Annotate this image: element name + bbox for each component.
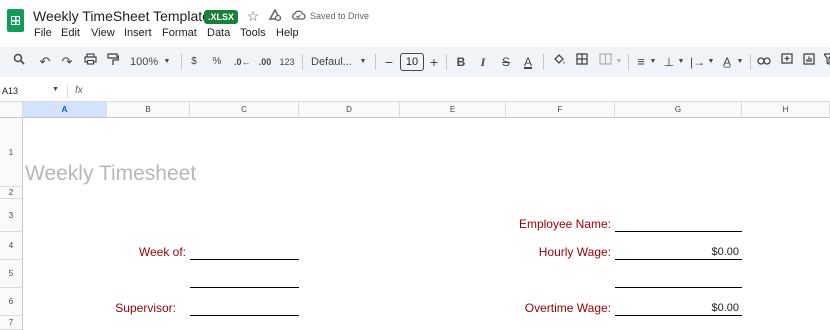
column-header-d[interactable]: D xyxy=(299,102,400,118)
formula-input[interactable] xyxy=(92,84,822,99)
star-icon[interactable]: ☆ xyxy=(245,8,261,24)
halign-dropdown-icon[interactable]: ▼ xyxy=(649,53,657,71)
overtime-wage-label[interactable]: Overtime Wage: xyxy=(506,301,611,315)
increase-decimal-button[interactable]: .00 xyxy=(257,53,273,71)
valign-dropdown-icon[interactable]: ▼ xyxy=(677,53,685,71)
borders-icon[interactable] xyxy=(575,53,589,71)
row-header-3[interactable]: 3 xyxy=(0,199,23,232)
column-header-h[interactable]: H xyxy=(742,102,830,118)
print-icon[interactable] xyxy=(82,53,98,71)
search-menus-icon[interactable] xyxy=(11,53,27,71)
sheet-title-cell[interactable]: Weekly Timesheet xyxy=(25,162,196,186)
row-header-7[interactable]: 7 xyxy=(0,316,23,330)
menu-data[interactable]: Data xyxy=(207,27,230,39)
zoom-dropdown-icon[interactable]: ▼ xyxy=(162,53,172,71)
font-size-input[interactable]: 10 xyxy=(400,53,424,71)
text-wrapping-icon[interactable]: |→ xyxy=(690,53,705,71)
increase-font-size-button[interactable]: + xyxy=(428,53,440,71)
column-header-g[interactable]: G xyxy=(615,102,742,118)
menu-insert[interactable]: Insert xyxy=(124,27,152,39)
employee-name-label[interactable]: Employee Name: xyxy=(506,217,611,231)
column-header-f[interactable]: F xyxy=(506,102,615,118)
toolbar-divider xyxy=(750,54,751,70)
hourly-wage-value[interactable]: $0.00 xyxy=(615,246,739,258)
name-box-dropdown-icon[interactable]: ▼ xyxy=(52,86,59,93)
name-box[interactable]: A13 xyxy=(2,86,18,96)
text-rotation-icon[interactable]: A̲ xyxy=(720,53,734,71)
google-sheets-logo-icon[interactable] xyxy=(7,9,24,32)
column-header-e[interactable]: E xyxy=(400,102,506,118)
toolbar-divider xyxy=(628,54,629,70)
toolbar-divider xyxy=(543,54,544,70)
move-to-folder-icon[interactable] xyxy=(267,8,283,24)
insert-link-icon[interactable] xyxy=(757,53,771,71)
supervisor-label[interactable]: Supervisor: xyxy=(107,301,176,315)
formula-bar-divider xyxy=(67,84,68,98)
hourly-wage-underline xyxy=(615,259,742,260)
fill-color-icon[interactable] xyxy=(552,53,566,71)
week-of-label[interactable]: Week of: xyxy=(107,245,186,259)
more-formats-button[interactable]: 123 xyxy=(279,53,295,71)
column-header-c[interactable]: C xyxy=(190,102,299,118)
select-all-corner[interactable] xyxy=(0,102,23,118)
row-header-6[interactable]: 6 xyxy=(0,288,23,316)
text-color-icon[interactable]: A xyxy=(521,53,535,71)
cloud-saved-icon[interactable] xyxy=(290,8,306,24)
currency-format-button[interactable]: $ xyxy=(189,53,199,71)
wage-blank-underline[interactable] xyxy=(615,287,742,288)
menu-format[interactable]: Format xyxy=(162,27,197,39)
file-format-badge: .XLSX xyxy=(204,10,239,24)
rotation-dropdown-icon[interactable]: ▼ xyxy=(736,53,744,71)
toolbar-divider xyxy=(446,54,447,70)
overtime-wage-underline xyxy=(615,315,742,316)
menu-file[interactable]: File xyxy=(34,27,52,39)
menu-view[interactable]: View xyxy=(91,27,115,39)
decrease-font-size-button[interactable]: − xyxy=(383,53,395,71)
menu-tools[interactable]: Tools xyxy=(240,27,266,39)
document-title[interactable]: Weekly TimeSheet Template xyxy=(33,8,210,24)
toolbar-divider xyxy=(181,54,182,70)
toolbar-divider xyxy=(375,54,376,70)
overtime-wage-value[interactable]: $0.00 xyxy=(615,302,739,314)
merge-dropdown-icon[interactable]: ▼ xyxy=(615,53,623,71)
row-header-2[interactable]: 2 xyxy=(0,187,23,199)
insert-comment-icon[interactable] xyxy=(780,53,794,71)
week-of-field-underline[interactable] xyxy=(190,259,299,260)
row-header-5[interactable]: 5 xyxy=(0,260,23,288)
font-dropdown-icon[interactable]: ▼ xyxy=(358,53,368,71)
row-header-1[interactable]: 1 xyxy=(0,118,23,187)
save-status: Saved to Drive xyxy=(310,11,370,21)
column-header-b[interactable]: B xyxy=(107,102,190,118)
row-header-4[interactable]: 4 xyxy=(0,232,23,260)
week-of-second-underline[interactable] xyxy=(190,287,299,288)
wrap-dropdown-icon[interactable]: ▼ xyxy=(707,53,715,71)
fx-icon: fx xyxy=(75,85,83,96)
vertical-align-icon[interactable]: ⊥ xyxy=(662,53,676,71)
column-header-a[interactable]: A xyxy=(23,102,107,118)
toolbar-divider xyxy=(302,54,303,70)
insert-chart-icon[interactable] xyxy=(802,53,816,71)
percent-format-button[interactable]: % xyxy=(211,53,223,71)
redo-icon[interactable]: ↷ xyxy=(59,53,75,71)
supervisor-field-underline[interactable] xyxy=(190,315,299,316)
strikethrough-icon[interactable]: S xyxy=(499,53,513,71)
font-select[interactable]: Defaul... xyxy=(311,53,355,71)
hourly-wage-label[interactable]: Hourly Wage: xyxy=(506,245,611,259)
menu-help[interactable]: Help xyxy=(276,27,299,39)
menu-edit[interactable]: Edit xyxy=(61,27,80,39)
employee-name-field-underline[interactable] xyxy=(615,231,742,232)
decrease-decimal-button[interactable]: .0← xyxy=(234,53,251,71)
filter-icon[interactable] xyxy=(822,53,830,71)
horizontal-align-icon[interactable]: ≡ xyxy=(634,53,648,71)
paint-format-icon[interactable] xyxy=(105,53,121,71)
bold-icon[interactable]: B xyxy=(455,53,467,71)
undo-icon[interactable]: ↶ xyxy=(37,53,53,71)
italic-icon[interactable]: I xyxy=(477,53,489,71)
merge-cells-icon[interactable] xyxy=(598,53,612,71)
zoom-select[interactable]: 100% xyxy=(130,53,158,71)
